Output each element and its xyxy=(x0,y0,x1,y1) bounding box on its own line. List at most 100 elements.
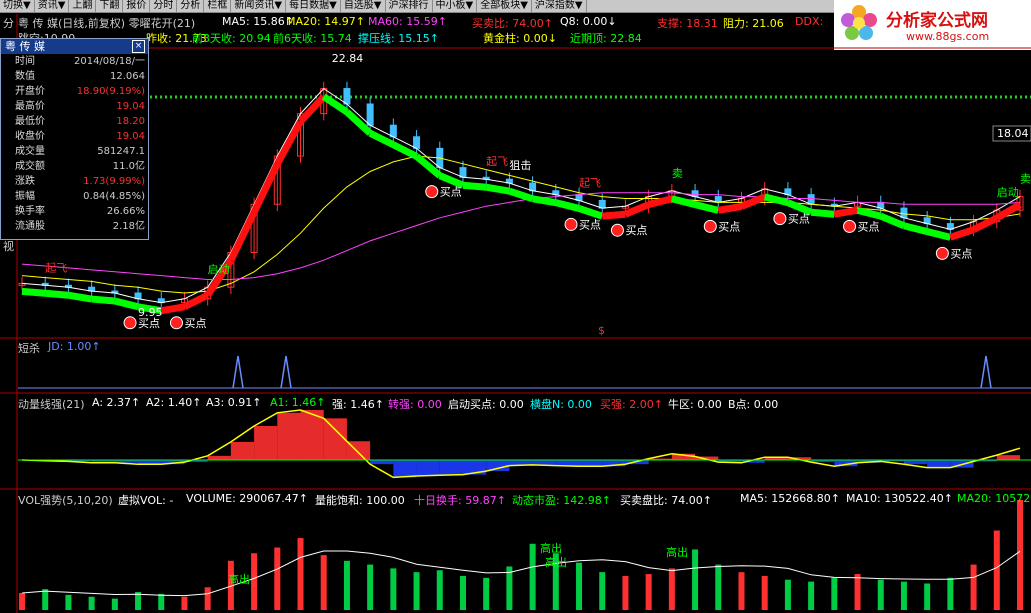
trend-ribbon-segment xyxy=(508,187,534,203)
mom-row-item-4: A1: 1.46↑ xyxy=(270,396,326,409)
trend-ribbon-segment xyxy=(160,303,186,315)
mom-row-item-10: 牛区: 0.00 xyxy=(668,398,722,411)
trend-ribbon-segment xyxy=(926,228,952,241)
chart-annotation-16: 卖 xyxy=(1020,173,1031,186)
chart-annotation-4: 起飞 xyxy=(486,155,508,168)
short-pane-title: 短杀 xyxy=(18,342,40,355)
panel-rows: 时间 2014/08/18/一 数值 12.064 开盘价 18.90(9.19%) 最高价… xyxy=(1,54,148,234)
volume-bar xyxy=(111,598,118,610)
close-icon[interactable]: × xyxy=(132,40,145,53)
panel-row-value: 19.04 xyxy=(116,131,145,142)
chart-annotation-7: 买点 xyxy=(579,218,601,231)
trend-ribbon-segment xyxy=(694,201,720,214)
trend-ribbon-segment xyxy=(532,195,557,207)
buy-marker-icon xyxy=(564,217,578,231)
panel-row-10: 换手率 26.66% xyxy=(1,204,148,219)
trend-ribbon-segment xyxy=(949,226,975,241)
volume-bar xyxy=(181,596,188,610)
vol-row-item-0: VOL强势(5,10,20) xyxy=(18,494,113,507)
chart-annotation-11: 买点 xyxy=(718,220,740,233)
jd-spike-0 xyxy=(232,355,244,389)
momentum-band xyxy=(532,460,556,465)
panel-row-value: 19.04 xyxy=(116,101,145,112)
panel-row-label: 时间 xyxy=(15,56,35,67)
momentum-band xyxy=(277,412,301,460)
volume-bar xyxy=(274,547,281,610)
mom-row-item-1: A: 2.37↑ xyxy=(92,396,141,409)
trend-ribbon-segment xyxy=(44,289,69,299)
mom-row-item-0: 动量线强(21) xyxy=(18,398,85,411)
trend-ribbon-segment xyxy=(810,208,835,218)
panel-row-6: 成交量 581247.1 xyxy=(1,144,148,159)
vol-row-item-4: 十日换手: 59.87↑ xyxy=(414,494,506,507)
panel-row-value: 1.73(9.99%) xyxy=(83,176,145,187)
mom-row-item-6: 转强: 0.00 xyxy=(388,398,442,411)
trend-ribbon-segment xyxy=(462,181,487,191)
candle-body xyxy=(459,167,467,178)
panel-row-9: 振幅 0.84(4.85%) xyxy=(1,189,148,204)
chart-annotation-12: 买点 xyxy=(788,213,810,226)
stock-chart-canvas[interactable]: 22.849.9518.04$起飞 启动买点 买点起飞买点狙击买点 买点起飞卖买点买点… xyxy=(0,0,1031,613)
trend-ribbon-segment xyxy=(21,287,46,297)
volume-bar xyxy=(251,553,258,610)
mom-row-item-5: 强: 1.46↑ xyxy=(332,398,384,411)
volume-bar xyxy=(413,572,420,610)
volume-ma-line xyxy=(21,550,1021,597)
panel-row-label: 最低价 xyxy=(15,116,45,127)
panel-title-bar[interactable]: 粤 传 媒 × xyxy=(1,39,148,54)
panel-row-label: 成交量 xyxy=(15,146,45,157)
trend-ribbon-segment xyxy=(113,297,139,311)
panel-row-label: 收盘价 xyxy=(15,131,45,142)
panel-row-label: 振幅 xyxy=(15,191,35,202)
momentum-band xyxy=(323,418,347,460)
volume-bar xyxy=(970,564,977,610)
volume-bar xyxy=(738,572,745,610)
chart-annotation-3: 买点 xyxy=(184,317,206,330)
volume-bar xyxy=(204,587,211,610)
mom-row-item-3: A3: 0.91↑ xyxy=(206,396,262,409)
volume-bar xyxy=(367,564,374,610)
buy-marker-icon xyxy=(169,316,183,330)
momentum-band xyxy=(230,441,255,460)
jd-spike-1 xyxy=(280,355,292,389)
chart-annotation-10: 卖 xyxy=(672,167,683,180)
panel-row-label: 开盘价 xyxy=(15,86,45,97)
momentum-band xyxy=(254,425,278,460)
panel-row-value: 581247.1 xyxy=(97,146,145,157)
candle-body xyxy=(343,88,351,105)
volume-bar xyxy=(877,579,884,610)
panel-row-value: 11.0亿 xyxy=(112,161,145,172)
momentum-band xyxy=(579,460,603,467)
panel-row-value: 18.20 xyxy=(116,116,145,127)
volume-bar xyxy=(19,592,25,610)
panel-row-value: 18.90(9.19%) xyxy=(76,86,145,97)
panel-row-11: 流通股 2.18亿 xyxy=(1,219,148,234)
panel-row-label: 流通股 xyxy=(15,221,45,232)
short-pane-value: JD: 1.00↑ xyxy=(48,340,101,353)
volume-bar xyxy=(320,555,327,610)
candle-body xyxy=(389,124,397,138)
buy-marker-icon xyxy=(935,246,949,260)
momentum-band xyxy=(927,460,951,468)
chart-annotation-1: 启动 xyxy=(208,263,230,276)
trend-ribbon-segment xyxy=(903,222,929,235)
volume-bar xyxy=(993,530,1000,610)
volume-bar xyxy=(761,575,768,610)
candle-body xyxy=(366,103,374,126)
momentum-band xyxy=(207,455,231,460)
stock-info-panel[interactable]: 粤 传 媒 × 时间 2014/08/18/一 数值 12.064 开盘价 18.90(9… xyxy=(0,38,149,240)
chart-annotation-0: 起飞 xyxy=(45,261,67,274)
volume-bar xyxy=(88,596,95,610)
panel-row-value: 26.66% xyxy=(106,206,145,217)
momentum-band xyxy=(439,460,463,476)
volume-annotation-3: 高出 xyxy=(545,555,567,569)
trend-ribbon-segment xyxy=(554,199,580,212)
right-price-label: 18.04 xyxy=(997,127,1029,140)
volume-bar xyxy=(831,577,838,610)
panel-row-1: 数值 12.064 xyxy=(1,69,148,84)
chart-annotation-2: 买点 xyxy=(138,317,160,330)
chart-annotation-5: 买点 xyxy=(440,186,462,199)
mom-row-item-9: 买强: 2.00↑ xyxy=(600,398,663,411)
volume-bar xyxy=(390,568,397,610)
momentum-band xyxy=(555,460,580,466)
